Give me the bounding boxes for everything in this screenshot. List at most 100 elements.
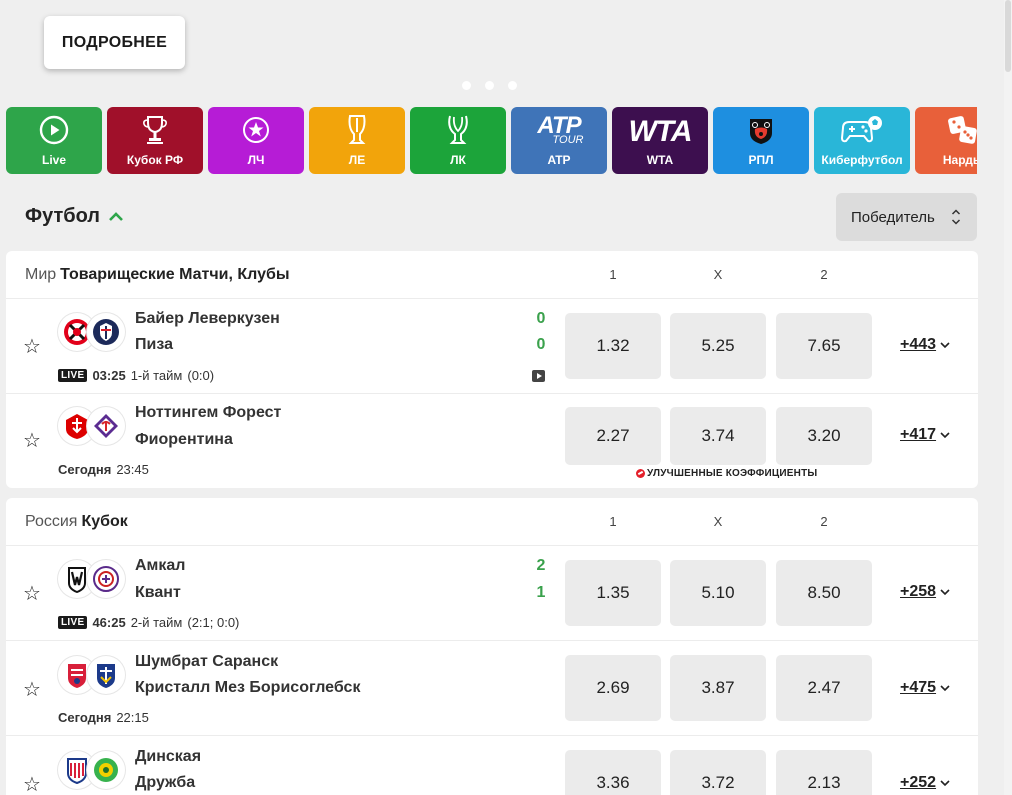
league-country: Россия <box>25 512 78 530</box>
sort-value: Победитель <box>851 208 935 226</box>
league-header[interactable]: Россия Кубок 1 X 2 <box>6 498 978 546</box>
league-country: Мир <box>25 265 57 283</box>
category-cyberfootball[interactable]: Киберфутбол <box>814 107 910 174</box>
league-name: Товарищеские Матчи, Клубы <box>60 265 290 283</box>
favorite-star-icon[interactable]: ☆ <box>23 677 41 702</box>
banner-more-button[interactable]: ПОДРОБНЕЕ <box>44 16 185 69</box>
home-score: 0 <box>536 310 546 327</box>
conference-league-icon <box>410 113 506 147</box>
away-team-name[interactable]: Дружба <box>135 774 195 792</box>
match-status: LIVE 03:25 1-й тайм (0:0) <box>58 368 214 383</box>
more-markets-count: +252 <box>900 774 937 791</box>
carousel-dot[interactable] <box>462 81 471 90</box>
column-label-1: 1 <box>609 267 617 282</box>
league-header[interactable]: Мир Товарищеские Матчи, Клубы 1 X 2 <box>6 251 978 299</box>
team-logos <box>58 751 126 789</box>
odd-home-win[interactable]: 3.36 <box>565 750 661 795</box>
match-clock: 46:25 <box>92 615 126 630</box>
market-sort-select[interactable]: Победитель <box>836 193 977 241</box>
match-time: 22:15 <box>116 710 149 725</box>
category-label: ЛЕ <box>348 153 366 167</box>
carousel-dot[interactable] <box>485 81 494 90</box>
away-team-name[interactable]: Квант <box>135 584 181 602</box>
home-team-name[interactable]: Ноттингем Форест <box>135 404 281 422</box>
video-stream-icon[interactable] <box>532 370 545 382</box>
category-label: ATP <box>547 153 571 167</box>
match-period: 1-й тайм <box>130 368 183 383</box>
team-logos <box>58 313 126 351</box>
odd-draw[interactable]: 3.87 <box>670 655 766 721</box>
odd-away-win[interactable]: 8.50 <box>776 560 872 626</box>
boost-label: УЛУЧШЕННЫЕ КОЭФФИЦИЕНТЫ <box>647 468 818 479</box>
category-label: Нарды <box>942 153 977 167</box>
home-team-name[interactable]: Байер Леверкузен <box>135 310 280 328</box>
home-score: 2 <box>536 557 546 574</box>
dice-icon <box>915 113 977 147</box>
league-card: Мир Товарищеские Матчи, Клубы 1 X 2 ☆ Ба… <box>6 251 978 488</box>
category-cup-rf[interactable]: Кубок РФ <box>107 107 203 174</box>
home-team-name[interactable]: Динская <box>135 748 201 766</box>
home-team-name[interactable]: Шумбрат Саранск <box>135 653 278 671</box>
team-logos <box>58 656 126 694</box>
more-markets-link[interactable]: +443 <box>900 336 950 354</box>
match-row[interactable]: ☆ Амкал Квант 2 1 LIVE 46:25 2-й тайм (2… <box>6 546 978 641</box>
match-row[interactable]: ☆ Ноттингем Форест Фиорентина Сегодня 23… <box>6 394 978 488</box>
play-circle-icon <box>6 113 102 147</box>
odd-draw[interactable]: 5.10 <box>670 560 766 626</box>
page-scrollbar[interactable] <box>1004 0 1012 795</box>
favorite-star-icon[interactable]: ☆ <box>23 428 41 453</box>
odd-away-win[interactable]: 2.13 <box>776 750 872 795</box>
column-label-x: X <box>713 514 723 529</box>
favorite-star-icon[interactable]: ☆ <box>23 334 41 359</box>
odd-home-win[interactable]: 1.32 <box>565 313 661 379</box>
away-team-name[interactable]: Фиорентина <box>135 431 233 449</box>
favorite-star-icon[interactable]: ☆ <box>23 772 41 795</box>
odd-draw[interactable]: 3.74 <box>670 407 766 465</box>
category-conference-league[interactable]: ЛК <box>410 107 506 174</box>
category-wta[interactable]: WTA WTA <box>612 107 708 174</box>
away-team-name[interactable]: Пиза <box>135 336 173 354</box>
more-markets-link[interactable]: +417 <box>900 426 950 444</box>
match-time: 23:45 <box>116 462 149 477</box>
sport-section-header[interactable]: Футбол <box>25 205 124 228</box>
away-team-name[interactable]: Кристалл Мез Борисоглебск <box>135 679 360 697</box>
more-markets-link[interactable]: +475 <box>900 679 950 697</box>
match-row[interactable]: ☆ Шумбрат Саранск Кристалл Мез Борисогле… <box>6 641 978 736</box>
category-champions-league[interactable]: ЛЧ <box>208 107 304 174</box>
more-markets-link[interactable]: +252 <box>900 774 950 792</box>
champions-league-icon <box>208 113 304 147</box>
away-score: 0 <box>536 336 546 353</box>
league-card: Россия Кубок 1 X 2 ☆ Амкал Квант 2 1 LIV… <box>6 498 978 795</box>
odd-draw[interactable]: 3.72 <box>670 750 766 795</box>
team-logos <box>58 560 126 598</box>
odd-home-win[interactable]: 2.27 <box>565 407 661 465</box>
category-backgammon[interactable]: Нарды <box>915 107 977 174</box>
scrollbar-thumb[interactable] <box>1005 0 1011 72</box>
column-label-x: X <box>713 267 723 282</box>
odd-draw[interactable]: 5.25 <box>670 313 766 379</box>
category-atp[interactable]: ATP TOUR ATP <box>511 107 607 174</box>
category-europa-league[interactable]: ЛЕ <box>309 107 405 174</box>
banner-carousel-dots <box>462 81 517 90</box>
match-row[interactable]: ☆ Динская Дружба 3.36 3.72 2.13 +252 <box>6 736 978 795</box>
odd-away-win[interactable]: 3.20 <box>776 407 872 465</box>
more-markets-count: +258 <box>900 583 937 600</box>
period-score: (0:0) <box>187 368 215 383</box>
odd-home-win[interactable]: 2.69 <box>565 655 661 721</box>
favorite-star-icon[interactable]: ☆ <box>23 581 41 606</box>
odd-away-win[interactable]: 2.47 <box>776 655 872 721</box>
league-name: Кубок <box>81 512 128 530</box>
odd-home-win[interactable]: 1.35 <box>565 560 661 626</box>
carousel-dot[interactable] <box>508 81 517 90</box>
odd-away-win[interactable]: 7.65 <box>776 313 872 379</box>
boost-icon <box>636 469 645 478</box>
more-markets-count: +443 <box>900 336 937 353</box>
more-markets-link[interactable]: +258 <box>900 583 950 601</box>
category-live[interactable]: Live <box>6 107 102 174</box>
match-row[interactable]: ☆ Байер Леверкузен Пиза 0 0 LIVE 03:25 1… <box>6 299 978 394</box>
team-crest-icon <box>87 313 125 351</box>
category-rpl[interactable]: РПЛ <box>713 107 809 174</box>
category-strip: Live Кубок РФ ЛЧ ЛЕ ЛК ATP TOUR ATP WTA <box>6 107 977 174</box>
live-badge: LIVE <box>58 616 88 629</box>
home-team-name[interactable]: Амкал <box>135 557 185 575</box>
